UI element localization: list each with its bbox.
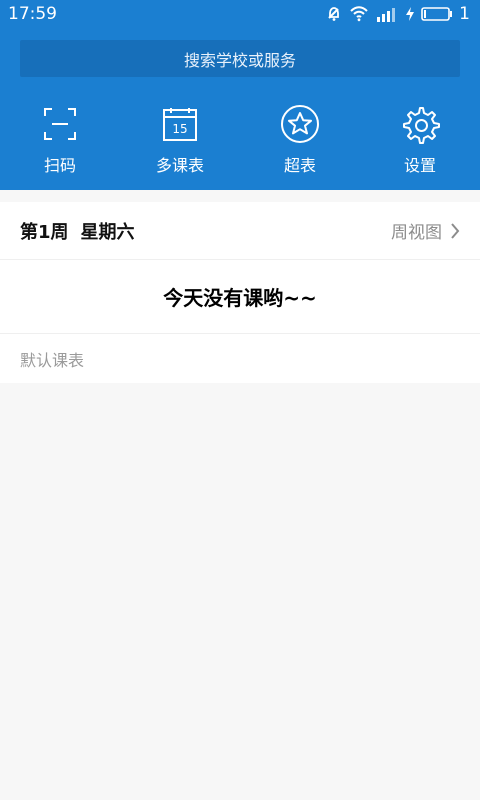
week-number: 第1周 <box>20 221 69 243</box>
schedule-card: 第1周 星期六 周视图 今天没有课哟~~ 默认课表 <box>0 202 480 383</box>
scan-label: 扫码 <box>43 156 76 175</box>
settings-button[interactable]: 设置 <box>360 104 480 176</box>
default-schedule-row[interactable]: 默认课表 <box>0 334 480 383</box>
status-time: 17:59 <box>8 4 57 24</box>
signal-icon <box>375 5 399 23</box>
status-bar: 17:59 1 <box>0 0 480 28</box>
week-day-title: 第1周 星期六 <box>20 218 135 244</box>
weekday-name: 星期六 <box>80 221 135 243</box>
search-input[interactable]: 搜索学校或服务 <box>20 40 460 77</box>
empty-schedule-message: 今天没有课哟~~ <box>0 260 480 334</box>
week-view-link[interactable]: 周视图 <box>391 218 460 243</box>
settings-label: 设置 <box>403 156 436 175</box>
top-header: 17:59 1 搜索学校或服务 扫码 15 多课表 超表 设置 <box>0 0 480 190</box>
status-icons: 1 <box>325 4 470 24</box>
multi-schedule-label: 多课表 <box>155 156 204 175</box>
scan-icon <box>40 104 80 144</box>
quick-actions: 扫码 15 多课表 超表 设置 <box>0 104 480 182</box>
battery-level: 1 <box>459 4 470 24</box>
super-table-button[interactable]: 超表 <box>240 104 360 176</box>
calendar-icon: 15 <box>160 104 200 144</box>
battery-icon <box>421 6 453 22</box>
wifi-icon <box>349 6 369 22</box>
default-schedule-label: 默认课表 <box>20 350 85 370</box>
chevron-right-icon <box>450 222 460 239</box>
section-gap <box>0 190 480 202</box>
week-view-label: 周视图 <box>391 223 442 243</box>
star-icon <box>280 104 320 144</box>
schedule-header: 第1周 星期六 周视图 <box>0 202 480 260</box>
svg-text:15: 15 <box>172 122 187 136</box>
gear-icon <box>400 104 440 144</box>
multi-schedule-button[interactable]: 15 多课表 <box>120 104 240 176</box>
mute-icon <box>325 5 343 23</box>
super-table-label: 超表 <box>283 156 316 175</box>
charging-icon <box>405 6 415 22</box>
empty-message-text: 今天没有课哟~~ <box>163 286 317 310</box>
search-placeholder: 搜索学校或服务 <box>183 50 296 70</box>
scan-button[interactable]: 扫码 <box>0 104 120 176</box>
